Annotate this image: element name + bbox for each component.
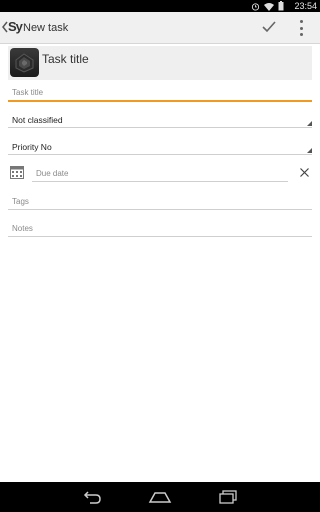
status-icons xyxy=(251,1,284,11)
alarm-icon xyxy=(251,2,260,11)
page-title: New task xyxy=(23,22,69,34)
back-nav-icon[interactable] xyxy=(82,490,102,504)
task-header: Task title xyxy=(8,46,312,80)
overflow-menu-icon[interactable] xyxy=(298,20,304,36)
save-check-icon[interactable] xyxy=(260,18,278,36)
close-icon[interactable] xyxy=(300,168,309,177)
tags-placeholder: Tags xyxy=(12,197,29,206)
status-time: 23:54 xyxy=(294,1,317,11)
due-date-underline xyxy=(32,181,288,182)
tags-underline xyxy=(8,209,312,210)
wifi-icon xyxy=(264,2,274,11)
calendar-icon[interactable] xyxy=(10,165,24,179)
header-title: Task title xyxy=(42,52,89,66)
action-bar: Sy New task xyxy=(0,12,320,44)
home-nav-icon[interactable] xyxy=(148,490,172,504)
dropdown-arrow-icon xyxy=(307,148,312,153)
notes-input[interactable]: Notes xyxy=(8,221,312,239)
app-logo[interactable]: Sy xyxy=(8,19,23,34)
priority-spinner[interactable]: Priority No xyxy=(8,139,312,157)
notes-placeholder: Notes xyxy=(12,224,33,233)
classification-value: Not classified xyxy=(12,115,63,125)
classification-spinner[interactable]: Not classified xyxy=(8,112,312,130)
task-title-input[interactable]: Task title xyxy=(8,84,312,104)
task-title-underline xyxy=(8,100,312,102)
due-date-input[interactable]: Due date xyxy=(32,166,288,184)
notes-underline xyxy=(8,236,312,237)
classification-underline xyxy=(8,127,312,128)
battery-icon xyxy=(278,1,284,11)
task-title-placeholder: Task title xyxy=(12,88,44,97)
dropdown-arrow-icon xyxy=(307,121,312,126)
recents-nav-icon[interactable] xyxy=(218,490,238,504)
priority-underline xyxy=(8,154,312,155)
task-app-icon xyxy=(10,48,39,77)
status-bar: 23:54 xyxy=(0,0,320,12)
tags-input[interactable]: Tags xyxy=(8,194,312,212)
priority-value: Priority No xyxy=(12,142,52,152)
due-date-placeholder: Due date xyxy=(36,169,69,178)
navigation-bar xyxy=(0,482,320,512)
